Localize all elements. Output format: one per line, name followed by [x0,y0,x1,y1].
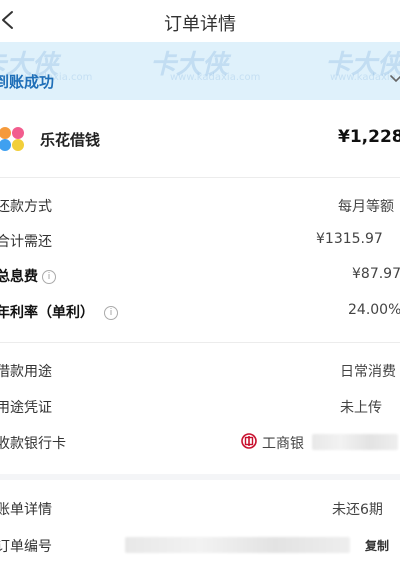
purpose-proof-label: 用途凭证 [0,400,52,416]
divider [0,177,400,178]
copy-button[interactable]: 复制 [365,537,389,554]
annual-rate-label: 年利率（单利） i [0,302,118,322]
annual-rate-label-text: 年利率（单利） [0,305,94,321]
redacted-order-number [125,537,350,553]
product-name: 乐花借钱 [40,131,101,149]
purpose-proof-value[interactable]: 未上传 [340,397,382,417]
bill-detail-value[interactable]: 未还6期 [332,499,383,519]
lehua-logo-icon [0,127,24,151]
annual-rate-value: 24.00% [348,302,400,318]
chevron-down-icon[interactable] [388,70,400,86]
repayment-method-label: 还款方式 [0,199,52,215]
info-icon[interactable]: i [42,270,56,284]
header: 订单详情 [0,0,400,42]
total-interest-label: 总息费 i [0,266,56,286]
status-text: 到账成功 [0,73,55,91]
status-banner[interactable]: 卡大侠 卡大侠 卡大侠 www.kadaxia.com www.kadaxia.… [0,42,400,100]
repayment-method-value: 每月等额 [338,199,394,215]
total-interest-value: ¥87.97 [352,266,400,282]
bill-detail-label: 账单详情 [0,502,52,518]
bank-card-label: 收款银行卡 [0,436,66,452]
product-card: 乐花借钱 ¥1,228 [0,100,400,176]
section-gap [0,474,400,480]
loan-purpose-value[interactable]: 日常消费 [340,361,396,381]
loan-amount: ¥1,228 [338,127,400,147]
total-interest-label-text: 总息费 [0,269,38,285]
page-title: 订单详情 [164,14,236,35]
order-number-label: 订单编号 [0,539,52,555]
watermark-url: www.kadaxia.com [170,72,261,83]
redacted-card-number [312,434,398,450]
bank-card-value[interactable]: 工商银 [262,433,304,453]
icbc-bank-icon [241,433,257,449]
total-due-value: ¥1315.97 [316,231,383,247]
total-due-label: 合计需还 [0,234,52,250]
info-icon[interactable]: i [104,306,118,320]
loan-purpose-label: 借款用途 [0,364,52,380]
divider [0,342,400,343]
